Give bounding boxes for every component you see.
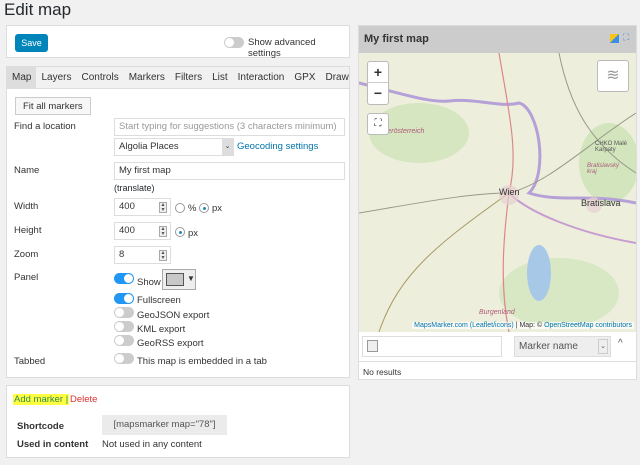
osm-link[interactable]: OpenStreetMap contributors (544, 322, 632, 329)
percent-label: % (188, 203, 197, 214)
marker-search-input[interactable] (362, 336, 502, 357)
map-attribution: MapsMarker.com (Leaflet/icons) | Map: © … (412, 322, 634, 329)
map-header: My first map ⛶ (359, 26, 636, 53)
height-value: 400 (119, 225, 135, 236)
tab-map[interactable]: Map (7, 67, 37, 88)
delete-link[interactable]: Delete (70, 394, 97, 405)
search-icon (367, 340, 378, 352)
chevron-down-icon: ⌄ (598, 339, 608, 354)
tab-markers[interactable]: Markers (124, 67, 170, 88)
map-tiles (359, 53, 636, 332)
fullscreen-label: Fullscreen (137, 295, 181, 306)
zoom-label: Zoom (14, 249, 39, 260)
map-fullscreen-button[interactable]: ⛶ (367, 113, 389, 135)
zoom-in-button[interactable]: + (368, 62, 388, 83)
geocoder-select[interactable]: Algolia Places ⌄ (114, 138, 234, 156)
no-results-text: No results (363, 367, 402, 377)
tab-controls[interactable]: Controls (76, 67, 123, 88)
fit-all-markers-button[interactable]: Fit all markers (15, 97, 91, 115)
sort-value: Marker name (519, 341, 578, 352)
map-title: My first map (364, 33, 429, 45)
top-actions-box: Save Show advanced settings (6, 25, 350, 59)
export-icon[interactable] (610, 34, 619, 43)
sort-select[interactable]: Marker name ⌄ (514, 336, 611, 357)
zoom-value: 8 (119, 249, 125, 260)
fullscreen-toggle[interactable] (114, 293, 134, 304)
georss-toggle[interactable] (114, 335, 134, 346)
map-canvas[interactable]: Niederösterreich Wien Bratislava CHKO Ma… (359, 53, 636, 332)
zoom-control: + − (367, 61, 389, 105)
height-unit-px-radio[interactable] (175, 227, 185, 237)
map-place-label: Bratislavský kraj (587, 163, 620, 175)
map-place-label: Burgenland (479, 309, 515, 316)
chevron-down-icon: ⌄ (222, 139, 233, 155)
width-unit-percent-radio[interactable] (175, 203, 185, 213)
used-in-content-value: Not used in any content (102, 439, 202, 450)
geocoder-value: Algolia Places (119, 141, 179, 152)
layers-icon[interactable]: ≋ (597, 60, 629, 92)
spinner-icon[interactable]: ▴ ▾ (159, 202, 167, 213)
translate-link[interactable]: (translate) (114, 183, 155, 193)
tab-filters[interactable]: Filters (170, 67, 207, 88)
page-title: Edit map (4, 0, 72, 19)
width-unit-px-radio[interactable] (199, 203, 209, 213)
tab-list[interactable]: List (207, 67, 233, 88)
name-input[interactable]: My first map (114, 162, 345, 180)
sort-direction-button[interactable]: ^ (618, 338, 623, 349)
find-location-input[interactable]: Start typing for suggestions (3 characte… (114, 118, 345, 136)
tabbed-label: Tabbed (14, 356, 46, 367)
tab-draw[interactable]: Draw (320, 67, 353, 88)
settings-box: Map Layers Controls Markers Filters List Inter… (6, 66, 350, 378)
panel-show-toggle[interactable] (114, 273, 134, 284)
width-input[interactable]: 400 ▴ ▾ (114, 198, 171, 216)
tab-layers[interactable]: Layers (36, 67, 76, 88)
geocoding-settings-link[interactable]: Geocoding settings (237, 141, 318, 152)
panel-show-label: Show (137, 277, 161, 288)
find-location-label: Find a location (14, 121, 76, 132)
spinner-icon[interactable]: ▴ ▾ (159, 250, 167, 261)
fullscreen-icon[interactable]: ⛶ (623, 32, 629, 43)
shortcode-field[interactable]: [mapsmarker map="78"] (102, 415, 227, 435)
save-button[interactable]: Save (15, 34, 48, 52)
map-preview-panel: My first map ⛶ Niederösterreich Wien Bra… (358, 25, 637, 380)
settings-tabs: Map Layers Controls Markers Filters List Inter… (7, 67, 349, 89)
map-place-label: Wien (499, 187, 520, 197)
name-label: Name (14, 165, 40, 176)
mapsmarker-link[interactable]: MapsMarker.com (Leaflet/icons) (414, 322, 514, 329)
kml-toggle[interactable] (114, 321, 134, 332)
px-label: px (212, 203, 223, 214)
separator: | (65, 394, 69, 405)
width-value: 400 (119, 201, 135, 212)
add-marker-link[interactable]: Add marker | (13, 394, 70, 405)
add-marker-text: Add marker (14, 394, 64, 405)
marker-actions-box: Add marker | Delete Shortcode [mapsmarke… (6, 385, 350, 458)
list-divider (359, 361, 636, 362)
map-place-label: CHKO Malé Karpaty (595, 141, 628, 153)
tabbed-toggle[interactable] (114, 353, 134, 364)
map-place-label: Bratislava (581, 198, 621, 208)
zoom-out-button[interactable]: − (368, 83, 388, 104)
advanced-settings-label: Show advanced settings (248, 37, 316, 59)
width-label: Width (14, 201, 39, 212)
height-label: Height (14, 225, 42, 236)
color-swatch (166, 273, 184, 286)
tab-interaction[interactable]: Interaction (233, 67, 290, 88)
zoom-input[interactable]: 8 ▴ ▾ (114, 246, 171, 264)
georss-label: GeoRSS export (137, 338, 204, 349)
used-in-content-label: Used in content (17, 439, 89, 450)
advanced-settings-toggle[interactable] (224, 37, 244, 48)
panel-color-picker[interactable]: ▼ (162, 269, 196, 290)
panel-label: Panel (14, 272, 39, 283)
shortcode-label: Shortcode (17, 421, 64, 432)
px-label: px (188, 228, 199, 239)
height-input[interactable]: 400 ▴ ▾ (114, 222, 171, 240)
tabbed-text: This map is embedded in a tab (137, 356, 267, 367)
tab-gpx[interactable]: GPX (289, 67, 320, 88)
spinner-icon[interactable]: ▴ ▾ (159, 226, 167, 237)
kml-label: KML export (137, 324, 186, 335)
geojson-label: GeoJSON export (137, 310, 210, 321)
geojson-toggle[interactable] (114, 307, 134, 318)
attribution-text: | Map: © (513, 322, 545, 329)
caret-down-icon: ▼ (187, 274, 195, 283)
